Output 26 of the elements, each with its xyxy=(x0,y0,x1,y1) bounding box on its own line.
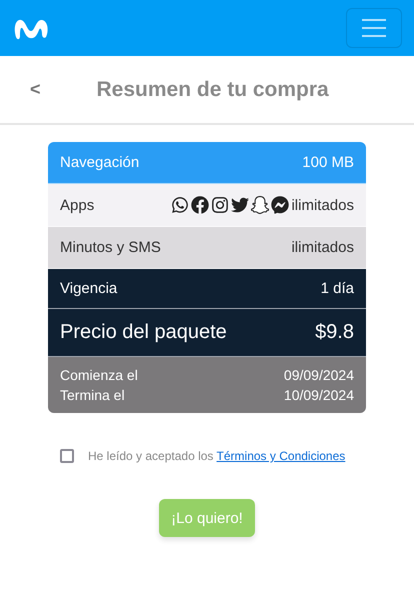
menu-icon xyxy=(361,18,387,38)
terms-link[interactable]: Términos y Condiciones xyxy=(216,449,346,463)
ghost-icon xyxy=(251,196,270,214)
row-label: Vigencia xyxy=(60,280,118,297)
page-title: Resumen de tu compra xyxy=(96,78,329,102)
row-label: Navegación xyxy=(60,154,140,171)
row-label: Minutos y SMS xyxy=(60,239,161,256)
date-value: 09/09/2024 xyxy=(284,367,354,383)
bird-icon xyxy=(231,196,250,214)
date-label: Comienza el xyxy=(60,367,139,383)
row-value: 100 MB xyxy=(302,154,354,171)
camera-icon xyxy=(211,196,230,214)
terms-text: He leído y aceptado los Términos y Condiciones xyxy=(88,449,346,463)
row-value: ilimitados xyxy=(291,239,354,256)
row-label: Precio del paquete xyxy=(60,321,227,344)
date-label: Termina el xyxy=(60,387,126,403)
row-label: Apps xyxy=(60,196,94,214)
row-value: $9.8 xyxy=(315,321,354,344)
phone-bubble-icon xyxy=(171,196,190,214)
row-value: 1 día xyxy=(320,280,354,297)
terms-checkbox[interactable] xyxy=(60,449,74,463)
row-value: ilimitados xyxy=(291,196,354,214)
back-button[interactable]: < xyxy=(30,79,41,100)
date-value: 10/09/2024 xyxy=(284,387,354,403)
menu-button[interactable] xyxy=(346,8,402,48)
chat-bubble-icon xyxy=(271,196,290,214)
